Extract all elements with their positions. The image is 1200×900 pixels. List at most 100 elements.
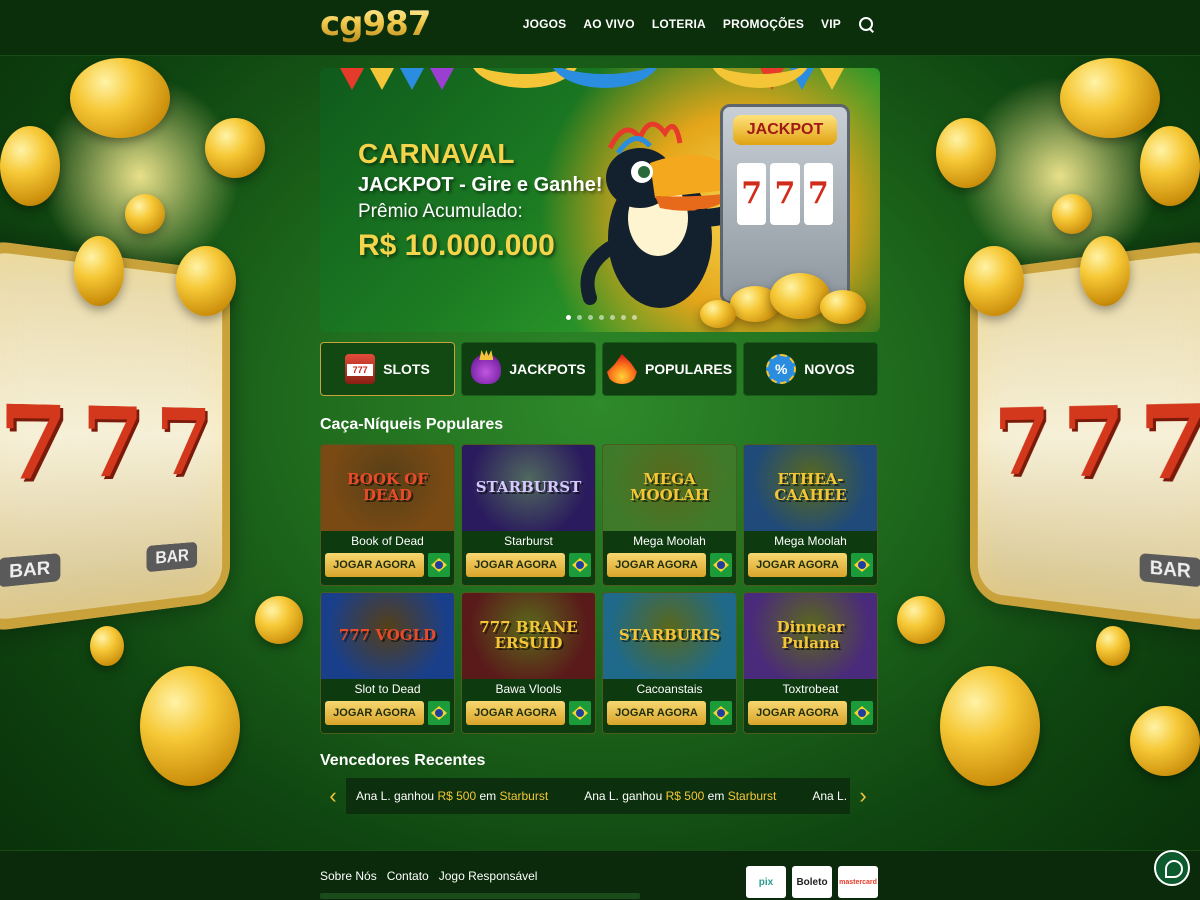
chat-support-button[interactable] bbox=[1154, 850, 1190, 886]
category-novos[interactable]: NOVOS bbox=[743, 342, 878, 396]
coin-icon bbox=[964, 246, 1024, 316]
carousel-dot[interactable] bbox=[577, 315, 582, 320]
brazil-flag-icon bbox=[428, 553, 450, 577]
main-content: CARNAVAL JACKPOT - Gire e Ganhe! Prêmio … bbox=[320, 68, 880, 814]
winner-entry: Ana L. ganhou R$ 500 em Sta bbox=[812, 789, 850, 803]
play-now-button[interactable]: JOGAR AGORA bbox=[748, 553, 847, 577]
winner-name: Ana L. bbox=[584, 789, 619, 803]
right-decoration: 7 7 7 BAR bbox=[880, 56, 1200, 850]
carousel-dot[interactable] bbox=[566, 315, 571, 320]
winner-prep: em bbox=[479, 789, 497, 803]
game-thumbnail[interactable]: MEGA MOOLAH bbox=[603, 445, 736, 531]
chevron-right-icon[interactable]: › bbox=[850, 783, 876, 809]
winners-title: Vencedores Recentes bbox=[320, 752, 486, 769]
play-now-button[interactable]: JOGAR AGORA bbox=[607, 701, 706, 725]
boleto-payment-logo: Boleto bbox=[792, 866, 832, 898]
play-now-button[interactable]: JOGAR AGORA bbox=[607, 553, 706, 577]
category-populares[interactable]: POPULARES bbox=[602, 342, 737, 396]
site-logo[interactable]: cg987 bbox=[320, 4, 431, 44]
game-card: Dinnear Pulana Toxtrobeat JOGAR AGORA bbox=[743, 592, 878, 734]
jackpot-slot-machine-illustration: JACKPOT 7 7 7 bbox=[720, 104, 850, 304]
play-now-button[interactable]: JOGAR AGORA bbox=[466, 553, 565, 577]
site-header: cg987 JOGOS AO VIVO LOTERIA PROMOÇÕES VI… bbox=[0, 0, 1200, 56]
seven-symbol: 7 bbox=[155, 387, 212, 497]
jackpot-crown-icon bbox=[471, 354, 502, 384]
game-thumbnail[interactable]: STARBURST bbox=[462, 445, 595, 531]
winner-name: Ana L. bbox=[812, 789, 848, 803]
game-name: Starburst bbox=[504, 534, 553, 548]
category-label: POPULARES bbox=[644, 361, 733, 377]
footer-link-contato[interactable]: Contato bbox=[387, 869, 429, 883]
bar-symbol: BAR bbox=[146, 541, 198, 573]
game-actions: JOGAR AGORA bbox=[321, 553, 454, 577]
play-now-button[interactable]: JOGAR AGORA bbox=[466, 701, 565, 725]
game-card: BOOK OF DEAD Book of Dead JOGAR AGORA bbox=[320, 444, 455, 586]
nav-promocoes[interactable]: PROMOÇÕES bbox=[723, 17, 804, 31]
game-art-title: BOOK OF DEAD bbox=[346, 470, 429, 504]
coin-icon bbox=[125, 194, 165, 234]
pix-payment-logo: pix bbox=[746, 866, 786, 898]
game-actions: JOGAR AGORA bbox=[603, 701, 736, 725]
play-now-button[interactable]: JOGAR AGORA bbox=[325, 553, 424, 577]
bar-symbol: BAR bbox=[0, 553, 61, 588]
banner-text: CARNAVAL JACKPOT - Gire e Ganhe! Prêmio … bbox=[358, 138, 603, 263]
games-section-title: Caça-Níqueis Populares bbox=[320, 416, 504, 433]
carousel-dot[interactable] bbox=[588, 315, 593, 320]
footer-link-sobre[interactable]: Sobre Nós bbox=[320, 869, 377, 883]
game-art-title: 777 BRANE ERSUID bbox=[479, 618, 578, 652]
game-name: Toxtrobeat bbox=[782, 682, 839, 696]
game-actions: JOGAR AGORA bbox=[744, 553, 877, 577]
winners-ticker-wrap: ‹ Ana L. ganhou R$ 500 em Starburst Ana L… bbox=[320, 778, 880, 814]
category-tabs: SLOTS JACKPOTS POPULARES NOVOS bbox=[320, 342, 880, 396]
nav-loteria[interactable]: LOTERIA bbox=[652, 17, 706, 31]
footer-links: Sobre Nós Contato Jogo Responsável bbox=[320, 869, 537, 883]
reel: 7 bbox=[770, 163, 800, 225]
game-thumbnail[interactable]: ETHEA-CAAHEE bbox=[744, 445, 877, 531]
category-jackpots[interactable]: JACKPOTS bbox=[461, 342, 596, 396]
flag-shape bbox=[340, 68, 364, 90]
game-thumbnail[interactable]: BOOK OF DEAD bbox=[321, 445, 454, 531]
carousel-dot[interactable] bbox=[599, 315, 604, 320]
nav-jogos[interactable]: JOGOS bbox=[523, 17, 567, 31]
nav-ao-vivo[interactable]: AO VIVO bbox=[583, 17, 634, 31]
winner-amount: R$ 500 bbox=[437, 789, 477, 803]
game-name: Slot to Dead bbox=[354, 682, 421, 696]
play-now-button[interactable]: JOGAR AGORA bbox=[748, 701, 847, 725]
search-icon[interactable] bbox=[858, 16, 874, 32]
winner-name: Ana L. bbox=[356, 789, 391, 803]
seven-symbol: 7 bbox=[81, 384, 144, 501]
game-thumbnail[interactable]: STARBURIS bbox=[603, 593, 736, 679]
banner-headline: CARNAVAL bbox=[358, 138, 515, 169]
game-art-title: STARBURST bbox=[475, 478, 582, 497]
coin-icon bbox=[90, 626, 124, 666]
game-name: Mega Moolah bbox=[774, 534, 847, 548]
game-thumbnail[interactable]: Dinnear Pulana bbox=[744, 593, 877, 679]
brazil-flag-icon bbox=[569, 701, 591, 725]
seven-symbol: 7 bbox=[0, 381, 69, 505]
coin-icon bbox=[1096, 626, 1130, 666]
game-card: STARBURIS Cacoanstais JOGAR AGORA bbox=[602, 592, 737, 734]
reels: 7 7 7 bbox=[737, 163, 833, 225]
brazil-flag-icon bbox=[428, 701, 450, 725]
game-thumbnail[interactable]: 777 VOGLD bbox=[321, 593, 454, 679]
winner-entry: Ana L. ganhou R$ 500 em Starburst bbox=[584, 789, 776, 803]
carousel-dot[interactable] bbox=[621, 315, 626, 320]
game-thumbnail[interactable]: 777 BRANE ERSUID bbox=[462, 593, 595, 679]
winner-verb: ganhou bbox=[622, 789, 663, 803]
game-actions: JOGAR AGORA bbox=[462, 701, 595, 725]
carousel-dot[interactable] bbox=[632, 315, 637, 320]
promo-banner[interactable]: CARNAVAL JACKPOT - Gire e Ganhe! Prêmio … bbox=[320, 68, 880, 332]
play-now-button[interactable]: JOGAR AGORA bbox=[325, 701, 424, 725]
coin-icon bbox=[70, 58, 170, 138]
chevron-left-icon[interactable]: ‹ bbox=[320, 783, 346, 809]
nav-vip[interactable]: VIP bbox=[821, 17, 841, 31]
carousel-dot[interactable] bbox=[610, 315, 615, 320]
site-footer: Sobre Nós Contato Jogo Responsável pix B… bbox=[0, 850, 1200, 900]
winner-verb: ganhou bbox=[394, 789, 435, 803]
flag-shape bbox=[370, 68, 394, 90]
coin-pile-icon bbox=[700, 300, 736, 328]
category-slots[interactable]: SLOTS bbox=[320, 342, 455, 396]
game-card: 777 BRANE ERSUID Bawa Vlools JOGAR AGORA bbox=[461, 592, 596, 734]
game-name: Cacoanstais bbox=[636, 682, 703, 696]
footer-link-jogo-responsavel[interactable]: Jogo Responsável bbox=[439, 869, 538, 883]
